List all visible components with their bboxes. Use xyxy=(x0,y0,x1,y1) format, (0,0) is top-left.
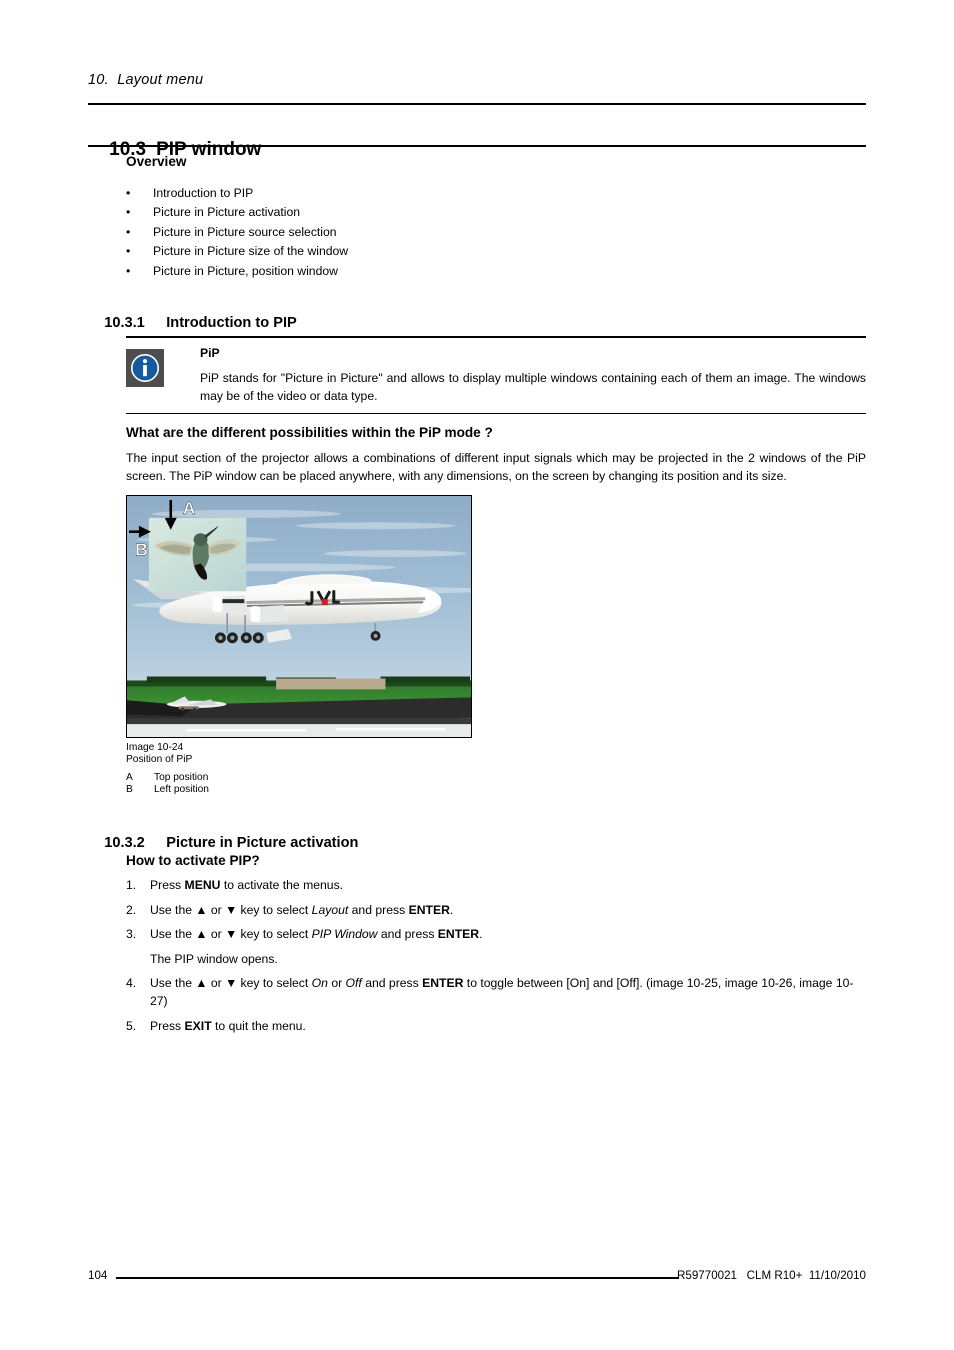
note-title: PiP xyxy=(200,346,220,360)
section-title: Introduction to PIP xyxy=(166,315,297,331)
list-item: 5. Press EXIT to quit the menu. xyxy=(126,1018,866,1036)
note-bottom-rule xyxy=(126,412,866,414)
list-item: 1. Press MENU to activate the menus. xyxy=(126,877,866,895)
footer-rule xyxy=(116,1277,678,1279)
document-page: 10. Layout menu 10.3 PIP window Overview … xyxy=(0,0,954,1350)
list-item: • Picture in Picture source selection xyxy=(126,223,866,242)
info-icon xyxy=(126,349,164,387)
step-number: 5. xyxy=(126,1018,137,1033)
bullet-marker: • xyxy=(126,263,131,278)
list-item: • Picture in Picture activation xyxy=(126,203,866,222)
list-item: • Picture in Picture size of the window xyxy=(126,242,866,261)
figure-position-of-pip: A B xyxy=(126,495,472,738)
figure-key: A Top position B Left position xyxy=(126,772,209,797)
intro-paragraph: The input section of the projector allow… xyxy=(126,451,866,483)
step-number: 2. xyxy=(126,902,137,917)
list-item-label: Picture in Picture activation xyxy=(153,205,300,220)
figure-label-b: B xyxy=(135,540,148,560)
list-item-label: Picture in Picture, position window xyxy=(153,263,338,278)
list-item: 3. Use the ▲ or ▼ key to select PIP Wind… xyxy=(126,926,866,944)
step-number: 3. xyxy=(126,927,137,942)
procedure-heading: How to activate PIP? xyxy=(126,853,260,868)
section-number: 10.3.2 xyxy=(104,835,145,851)
overview-list: • Introduction to PIP • Picture in Picture… xyxy=(126,184,866,281)
step-text: Use the ▲ or ▼ key to select Layout and … xyxy=(150,902,454,917)
list-item-label: Introduction to PIP xyxy=(153,186,254,200)
bullet-marker: • xyxy=(126,224,131,239)
procedure-steps: 1. Press MENU to activate the menus. 2. … xyxy=(126,877,866,1042)
bullet-marker: • xyxy=(126,186,131,200)
bullet-marker: • xyxy=(126,244,131,259)
figure-caption-number: Image 10-24 xyxy=(126,742,184,753)
step-result: The PIP window opens. xyxy=(150,951,278,966)
figure-key-desc: Top position xyxy=(154,772,209,783)
list-item: 2. Use the ▲ or ▼ key to select Layout a… xyxy=(126,902,866,920)
figure-key-letter: B xyxy=(126,784,133,796)
figure-illustration: A B xyxy=(127,496,471,737)
page-number: 104 xyxy=(88,1269,108,1282)
list-item: • Picture in Picture, position window xyxy=(126,262,866,281)
title-rule xyxy=(88,145,866,147)
note-top-rule xyxy=(126,336,866,338)
bullet-marker: • xyxy=(126,205,131,220)
note-text: PiP stands for "Picture in Picture" and … xyxy=(200,371,866,403)
info-note: PiP PiP stands for "Picture in Picture" … xyxy=(126,336,866,414)
pip-window xyxy=(148,517,247,592)
info-icon-glyph xyxy=(131,354,159,382)
document-id: R59770021 CLM R10+ 11/10/2010 xyxy=(677,1269,866,1282)
section-title: Picture in Picture activation xyxy=(166,835,359,851)
page-title: 10.3 PIP window xyxy=(88,117,261,183)
list-item: 4. Use the ▲ or ▼ key to select On or Of… xyxy=(126,975,866,1010)
step-text: Press EXIT to quit the menu. xyxy=(150,1018,306,1033)
list-item: • Introduction to PIP xyxy=(126,184,866,203)
figure-label-a: A xyxy=(183,498,196,518)
step-text: Use the ▲ or ▼ key to select PIP Window … xyxy=(150,927,483,942)
list-item-label: Picture in Picture size of the window xyxy=(153,244,349,259)
figure-key-desc: Left position xyxy=(154,784,209,796)
section-number: 10.3.1 xyxy=(104,315,145,331)
step-text: Use the ▲ or ▼ key to select On or Off a… xyxy=(150,976,854,1008)
step-number: 4. xyxy=(126,976,137,991)
figure-caption-title: Position of PiP xyxy=(126,754,193,766)
step-number: 1. xyxy=(126,878,137,892)
figure-caption: Image 10-24 Position of PiP xyxy=(126,742,192,767)
step-text: Press MENU to activate the menus. xyxy=(150,878,344,892)
question-heading: What are the different possibilities wit… xyxy=(126,425,493,440)
overview-heading: Overview xyxy=(126,154,187,169)
running-head: 10. Layout menu xyxy=(88,72,204,88)
header-rule xyxy=(88,103,866,106)
list-item-label: Picture in Picture source selection xyxy=(153,224,337,239)
figure-key-letter: A xyxy=(126,772,133,783)
